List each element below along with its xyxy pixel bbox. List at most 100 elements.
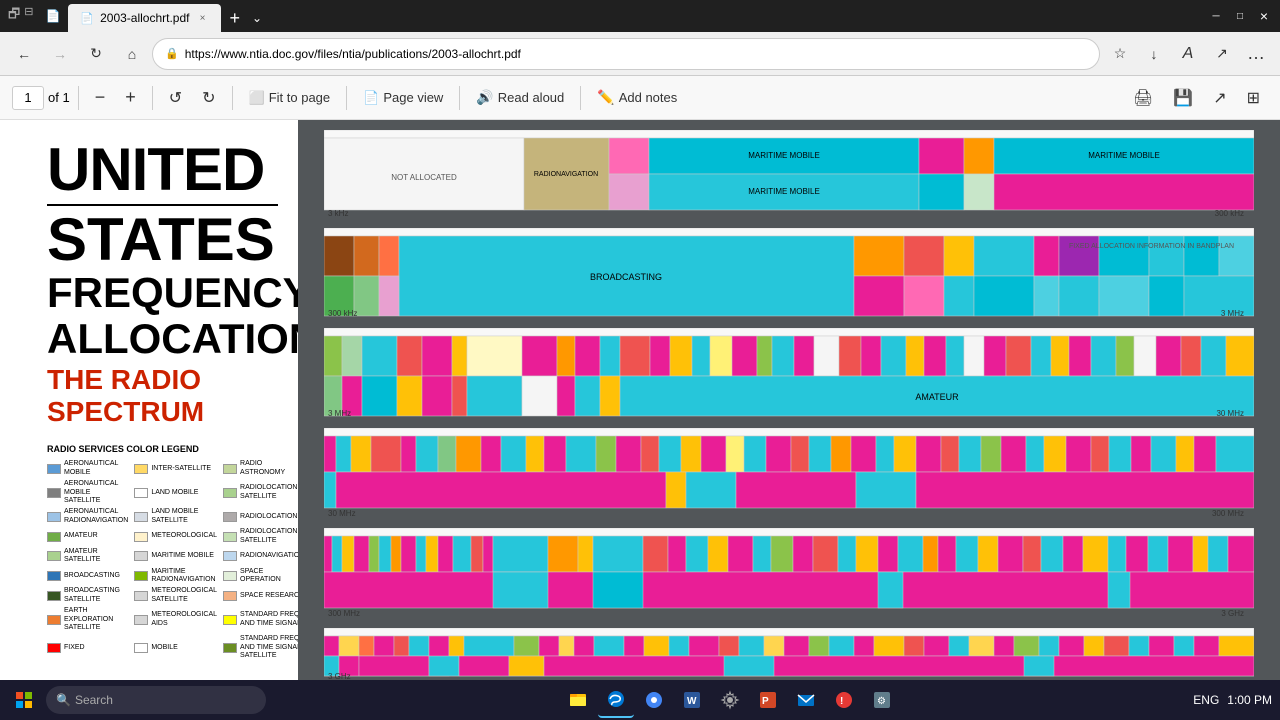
fit-page-btn[interactable]: ⬜ Fit to page (241, 84, 339, 112)
fit-page-label: Fit to page (269, 90, 330, 105)
legend-item: METEOROLOGICAL SATELLITE (134, 587, 217, 604)
zoom-in-btn[interactable]: + (117, 84, 144, 112)
save-btn[interactable]: 💾 (1165, 84, 1201, 112)
print-btn[interactable]: 🖨 (1125, 84, 1161, 112)
legend-item: SPACE RESEARCH (223, 587, 298, 604)
legend-swatch (47, 512, 61, 522)
forward-btn[interactable]: → (44, 38, 76, 70)
legend-swatch (134, 532, 148, 542)
svg-text:30 MHz: 30 MHz (328, 509, 356, 518)
taskbar-app-antivirus[interactable]: ! (826, 682, 862, 718)
legend-item: METEOROLOGICAL AIDS (134, 607, 217, 632)
legend-item: EARTH EXPLORATION SATELLITE (47, 607, 128, 632)
legend-label: FIXED (64, 644, 85, 652)
start-button[interactable] (8, 684, 40, 716)
legend-label: LAND MOBILE SATELLITE (151, 508, 217, 525)
legend-swatch (134, 571, 148, 581)
legend-item: RADIOLOCATION SATELLITE (223, 528, 298, 545)
legend-swatch (47, 571, 61, 581)
legend-swatch (47, 488, 61, 498)
tab-title: 2003-allochrt.pdf (100, 11, 189, 25)
zoom-out-btn[interactable]: − (87, 84, 114, 112)
svg-text:RADIONAVIGATION: RADIONAVIGATION (534, 171, 598, 178)
legend-swatch (134, 551, 148, 561)
active-tab[interactable]: 📄 2003-allochrt.pdf × (68, 4, 221, 32)
taskbar-app-powerpoint[interactable]: P (750, 682, 786, 718)
url-input[interactable] (185, 47, 1087, 61)
collections-btn[interactable]: ↓ (1138, 38, 1170, 70)
legend-item: STANDARD FREQ. AND TIME SIGNAL SATELLITE (223, 635, 298, 660)
rotate-right-btn[interactable]: ↻ (194, 84, 223, 112)
legend-label: MARITIME MOBILE (151, 552, 214, 560)
refresh-btn[interactable]: ↻ (80, 38, 112, 70)
spectrum-band-2: BROADCASTING (324, 228, 1254, 320)
taskbar-app-file-explorer[interactable] (560, 682, 596, 718)
window-close-btn[interactable]: × (1256, 8, 1272, 24)
legend-item: FIXED (47, 635, 128, 660)
taskbar-app-word[interactable]: W (674, 682, 710, 718)
page-number-input[interactable] (12, 86, 44, 110)
chart-title-spectrum: THE RADIO SPECTRUM (47, 364, 278, 428)
svg-text:FIXED ALLOCATION INFORMATION I: FIXED ALLOCATION INFORMATION IN BANDPLAN (1069, 243, 1234, 250)
legend-swatch (223, 643, 237, 653)
read-aloud-btn[interactable]: 🔊 Read aloud (468, 84, 572, 112)
chart-title-frequency: FREQUENCY (47, 270, 278, 316)
pdf-scroll-area[interactable]: NOT ALLOCATED RADIONAVIGATION MARITIME M… (298, 120, 1280, 680)
favorites-btn[interactable]: ☆ (1104, 38, 1136, 70)
taskbar-apps: W P ! ⚙ (272, 682, 1187, 718)
share-btn[interactable]: ↗ (1206, 38, 1238, 70)
taskbar-app-edge[interactable] (598, 682, 634, 718)
legend-label: SPACE RESEARCH (240, 592, 298, 600)
rotate-left-btn[interactable]: ↺ (161, 84, 190, 112)
legend-swatch (47, 591, 61, 601)
svg-text:P: P (762, 696, 769, 707)
legend-swatch (47, 643, 61, 653)
home-btn[interactable]: ⌂ (116, 38, 148, 70)
legend-label: METEOROLOGICAL AIDS (151, 611, 217, 628)
tab-overflow-btn[interactable]: ⌄ (248, 11, 266, 25)
page-view-label: Page view (383, 90, 443, 105)
reader-btn[interactable]: A (1172, 38, 1204, 70)
read-aloud-label: Read aloud (498, 90, 565, 105)
chart-title-united: UNITED (47, 140, 278, 200)
legend-label: AERONAUTICAL MOBILE SATELLITE (64, 480, 128, 505)
legend-item: BROADCASTING (47, 568, 128, 585)
legend-label: METEOROLOGICAL (151, 532, 217, 540)
legend-swatch (134, 464, 148, 474)
settings-btn[interactable]: … (1240, 38, 1272, 70)
legend-label: AERONAUTICAL RADIONAVIGATION (64, 508, 128, 525)
back-btn[interactable]: ← (8, 38, 40, 70)
taskbar-app-mail[interactable] (788, 682, 824, 718)
maximize-btn[interactable]: □ (1232, 8, 1248, 24)
minimize-btn[interactable]: ─ (1208, 8, 1224, 24)
taskbar-app-chrome[interactable] (636, 682, 672, 718)
legend-swatch (223, 615, 237, 625)
address-bar[interactable]: 🔒 (152, 38, 1100, 70)
legend-item: SPACE OPERATION (223, 568, 298, 585)
color-legend: AERONAUTICAL MOBILE INTER-SATELLITE RADI… (47, 460, 278, 660)
legend-label: AERONAUTICAL MOBILE (64, 460, 128, 477)
legend-item: RADIO ASTRONOMY (223, 460, 298, 477)
more-tools-btn[interactable]: ⊞ (1239, 84, 1268, 112)
add-notes-label: Add notes (619, 90, 678, 105)
tab-close-btn[interactable]: × (195, 11, 209, 25)
legend-swatch (134, 488, 148, 498)
legend-swatch (47, 615, 61, 625)
toolbar-share-btn[interactable]: ↗ (1205, 84, 1234, 112)
svg-text:300 MHz: 300 MHz (328, 609, 360, 618)
legend-swatch (134, 591, 148, 601)
nav-bar: ← → ↻ ⌂ 🔒 ☆ ↓ A ↗ … (0, 32, 1280, 76)
taskbar-search[interactable]: 🔍 Search (46, 686, 266, 714)
svg-text:300 MHz: 300 MHz (1212, 509, 1244, 518)
page-view-btn[interactable]: 📄 Page view (355, 84, 451, 112)
legend-swatch (134, 512, 148, 522)
title-bar: 🗗 ⊟ 📄 📄 2003-allochrt.pdf × + ⌄ ─ □ × (0, 0, 1280, 32)
add-notes-btn[interactable]: ✏️ Add notes (589, 84, 685, 112)
legend-label: AMATEUR (64, 532, 98, 540)
spectrum-band-3: AMATEUR 3 MHz 30 MHz (324, 328, 1254, 420)
taskbar-app-settings[interactable] (712, 682, 748, 718)
legend-label: SPACE OPERATION (240, 568, 298, 585)
new-tab-btn[interactable]: + (223, 8, 246, 29)
main-content: UNITED STATES FREQUENCY ALLOCATIONS THE … (0, 120, 1280, 680)
taskbar-app-tools[interactable]: ⚙ (864, 682, 900, 718)
